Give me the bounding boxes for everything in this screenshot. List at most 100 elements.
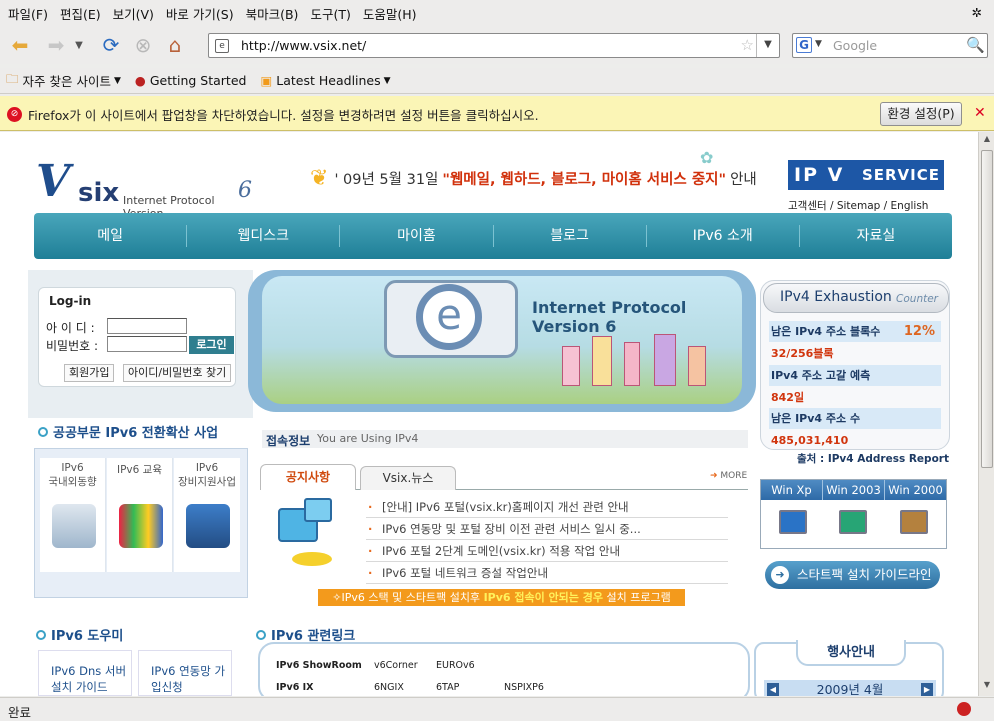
nav-ipv6-intro[interactable]: IPv6 소개	[647, 225, 800, 247]
back-icon[interactable]: ⬅	[6, 30, 34, 60]
engine-dropdown-icon[interactable]: ▼	[815, 39, 822, 49]
menu-edit[interactable]: 편집(E)	[54, 4, 107, 23]
list-item[interactable]: IPv6 포털 네트워크 증설 작업안내	[366, 562, 728, 584]
bookmark-getting-started[interactable]: ● Getting Started	[135, 73, 247, 88]
home-icon[interactable]: ⌂	[162, 30, 188, 60]
menu-bar: 파일(F) 편집(E) 보기(V) 바로 가기(S) 북마크(B) 도구(T) …	[0, 0, 994, 26]
history-dropdown-icon[interactable]: ▼	[72, 30, 86, 60]
bookmark-star-icon[interactable]: ☆	[741, 36, 754, 54]
win-2003-label[interactable]: Win 2003	[823, 480, 885, 500]
menu-tools[interactable]: 도구(T)	[304, 4, 356, 23]
search-icon[interactable]: 🔍	[966, 36, 985, 54]
ie-e-logo-icon: e	[416, 284, 482, 350]
remaining-blocks-percent: 12%	[903, 324, 935, 339]
scroll-down-icon[interactable]: ▼	[981, 680, 993, 694]
menu-go[interactable]: 바로 가기(S)	[160, 4, 240, 23]
find-account-button[interactable]: 아이디/비밀번호 찾기	[123, 364, 232, 382]
reload-icon[interactable]: ⟳	[98, 30, 124, 60]
public-sector-box: IPv6 국내외동향 IPv6 교육 IPv6 장비지원사업	[34, 448, 248, 598]
vertical-scrollbar[interactable]: ▲ ▼	[978, 132, 994, 696]
win-2000-label[interactable]: Win 2000	[885, 480, 946, 500]
public-equipment-line1: IPv6	[195, 462, 219, 474]
arrow-icon: ➜	[771, 566, 789, 584]
nav-archive[interactable]: 자료실	[800, 225, 952, 247]
bookmark-label: Latest Headlines	[276, 73, 381, 88]
top-links[interactable]: 고객센터 / Sitemap / English	[788, 198, 928, 213]
scroll-thumb[interactable]	[981, 150, 993, 468]
event-month: 2009년 4월	[816, 682, 884, 696]
join-button[interactable]: 회원가입	[64, 364, 115, 382]
search-input[interactable]: Google	[833, 38, 877, 53]
url-bar[interactable]: e http://www.vsix.net/ ☆ ▼	[208, 33, 780, 58]
remaining-blocks-label: 남은 IPv4 주소 블록수	[771, 325, 881, 338]
win-xp-download-icon[interactable]	[779, 510, 807, 534]
install-banner-post: 설치 프로그램	[606, 591, 671, 604]
close-icon[interactable]: ✕	[974, 105, 986, 121]
stop-icon[interactable]: ⊗	[130, 30, 156, 60]
password-input[interactable]	[107, 336, 187, 352]
banner-illustration: e Internet Protocol Version 6	[262, 276, 742, 404]
vsix-logo[interactable]: V six Internet Protocol Version 6	[36, 156, 256, 220]
rss-icon: ▣	[260, 73, 273, 88]
remaining-addresses-value: 485,031,410	[771, 434, 849, 447]
next-month-icon[interactable]: ▶	[921, 683, 933, 696]
popup-blocked-text: Firefox가 이 사이트에서 팝업창을 차단하였습니다. 설정을 변경하려면…	[28, 108, 539, 123]
list-item[interactable]: IPv6 포털 2단계 도메인(vsix.kr) 적용 작업 안내	[366, 540, 728, 562]
popup-blocked-status-icon[interactable]	[957, 702, 971, 716]
dns-guide-link[interactable]: IPv6 Dns 서버 설치 가이드	[38, 650, 132, 696]
service-notice[interactable]: ❦ ' 09년 5월 31일 "웹메일, 웹하드, 블로그, 마이홈 서비스 중…	[310, 148, 757, 191]
id-input[interactable]	[107, 318, 187, 334]
v6corner-link[interactable]: v6Corner	[374, 660, 418, 671]
building	[688, 346, 706, 386]
building	[562, 346, 580, 386]
more-link[interactable]: ➜ MORE	[710, 471, 747, 481]
prev-month-icon[interactable]: ◀	[767, 683, 779, 696]
login-button[interactable]: 로그인	[189, 336, 234, 354]
menu-bookmarks[interactable]: 북마크(B)	[240, 4, 305, 23]
public-education-card[interactable]: IPv6 교육	[107, 458, 173, 572]
preferences-button[interactable]: 환경 설정(P)	[880, 102, 962, 126]
install-program-banner[interactable]: ✧IPv6 스택 및 스타트팩 설치후 IPv6 접속이 안되는 경우 설치 프…	[318, 589, 685, 606]
more-label: MORE	[720, 471, 748, 481]
exhaustion-forecast-label: IPv4 주소 고갈 예측	[769, 365, 941, 386]
main-banner[interactable]: e Internet Protocol Version 6	[248, 270, 756, 412]
google-engine-icon[interactable]: G	[796, 37, 812, 53]
win-xp-label[interactable]: Win Xp	[761, 480, 823, 500]
tab-notice[interactable]: 공지사항	[260, 464, 356, 490]
bookmark-most-visited[interactable]: 🗀 자주 찾은 사이트 ▼	[6, 70, 121, 91]
exhaustion-forecast-value: 842일	[771, 391, 805, 404]
notice-tail: 안내	[730, 172, 757, 188]
ipv6-service-badge[interactable]: IP V SERVICE	[788, 160, 944, 190]
nav-webdisk[interactable]: 웹디스크	[187, 225, 341, 247]
win-2000-download-icon[interactable]	[900, 510, 928, 534]
forward-icon[interactable]: ➡	[42, 30, 70, 60]
nav-blog[interactable]: 블로그	[494, 225, 647, 247]
6tap-link[interactable]: 6TAP	[436, 682, 459, 693]
exhaustion-source: 출처 : IPv4 Address Report	[797, 453, 949, 465]
startpack-guide-button[interactable]: ➜ 스타트팩 설치 가이드라인	[765, 561, 940, 589]
scroll-up-icon[interactable]: ▲	[981, 134, 993, 148]
list-item[interactable]: IPv6 연동망 및 포털 장비 이전 관련 서비스 일시 중...	[366, 518, 728, 540]
public-trends-card[interactable]: IPv6 국내외동향	[40, 458, 106, 572]
search-box[interactable]: G ▼ Google 🔍	[792, 33, 988, 58]
win-2003-download-icon[interactable]	[839, 510, 867, 534]
url-text[interactable]: http://www.vsix.net/	[241, 38, 366, 53]
public-equipment-card[interactable]: IPv6 장비지원사업	[174, 458, 240, 572]
menu-view[interactable]: 보기(V)	[107, 4, 160, 23]
nav-myhome[interactable]: 마이홈	[340, 225, 494, 247]
folder-icon: 🗀	[6, 71, 19, 86]
eurov6-link[interactable]: EUROv6	[436, 660, 475, 671]
notice-illustration	[268, 494, 352, 580]
6ngix-link[interactable]: 6NGIX	[374, 682, 404, 693]
menu-file[interactable]: 파일(F)	[2, 4, 54, 23]
nspixp6-link[interactable]: NSPIXP6	[504, 682, 544, 693]
network-signup-link[interactable]: IPv6 연동망 가입신청	[138, 650, 232, 696]
menu-help[interactable]: 도움말(H)	[357, 4, 423, 23]
web-content: V six Internet Protocol Version 6 ❦ ' 09…	[0, 132, 978, 696]
url-dropdown-icon[interactable]: ▼	[756, 34, 779, 57]
nav-mail[interactable]: 메일	[34, 225, 188, 247]
event-calendar: 행사안내 ◀ 2009년 4월 ▶	[754, 640, 944, 696]
tab-vsix-news[interactable]: Vsix.뉴스	[360, 466, 456, 490]
list-item[interactable]: [안내] IPv6 포털(vsix.kr)홈페이지 개선 관련 안내	[366, 496, 728, 518]
bookmark-latest-headlines[interactable]: ▣ Latest Headlines ▼	[260, 73, 390, 88]
